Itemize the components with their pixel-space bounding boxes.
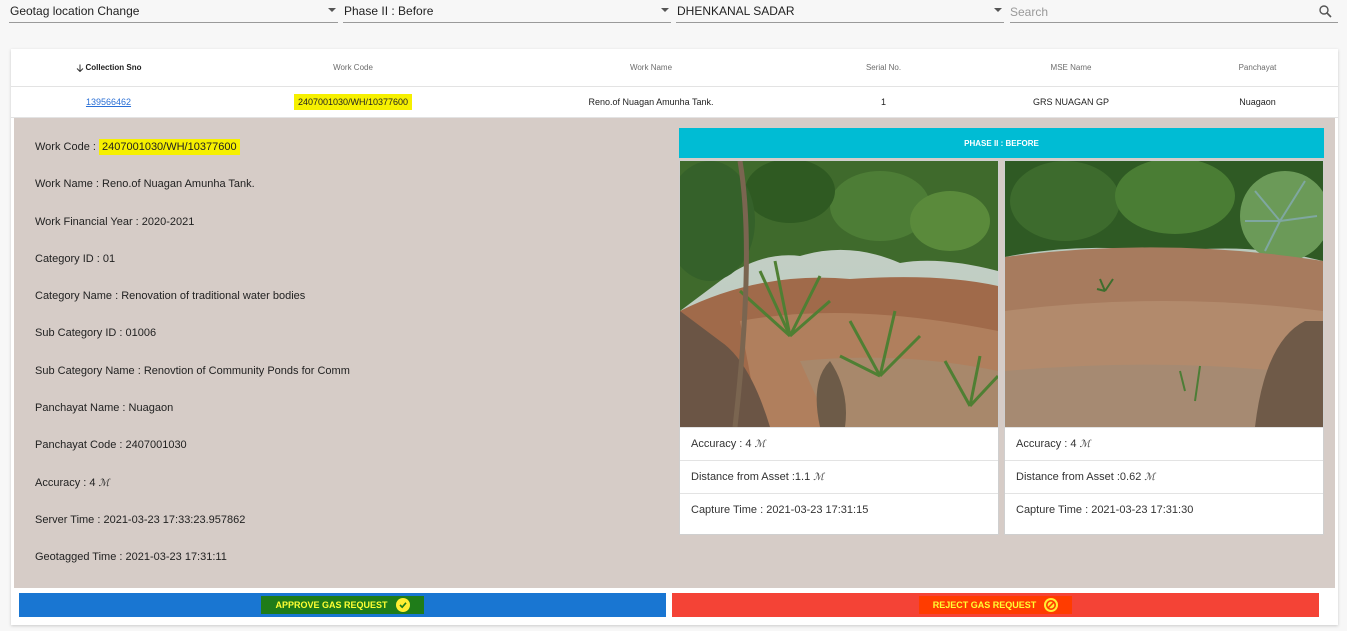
- phase-select[interactable]: Phase II : Before: [343, 3, 671, 23]
- search-icon[interactable]: [1319, 5, 1332, 23]
- photo-distance-label: Distance from Asset :1.1: [691, 471, 814, 483]
- header-panchayat[interactable]: Panchayat: [1177, 49, 1338, 86]
- detail-panel: Work Code : 2407001030/WH/10377600 Work …: [14, 118, 1335, 588]
- block-icon: [1044, 598, 1059, 612]
- photo-card: Accuracy : 4 ℳ Distance from Asset :1.1 …: [679, 160, 999, 535]
- category-id-line: Category ID : 01: [35, 252, 116, 265]
- cell-work-code: 2407001030/WH/10377600: [206, 87, 500, 117]
- meter-icon: ℳ: [98, 477, 110, 489]
- financial-year-line: Work Financial Year : 2020-2021: [35, 215, 195, 228]
- header-mse-name[interactable]: MSE Name: [965, 49, 1177, 86]
- block-select[interactable]: DHENKANAL SADAR: [676, 3, 1004, 23]
- site-photo[interactable]: [1005, 161, 1323, 427]
- site-photo[interactable]: [680, 161, 998, 427]
- header-collection-sno[interactable]: Collection Sno: [11, 49, 206, 86]
- work-code-label: Work Code :: [35, 141, 99, 153]
- meter-icon: ℳ: [1144, 472, 1156, 483]
- accuracy-label: Accuracy : 4: [35, 476, 99, 489]
- work-code-line: Work Code : 2407001030/WH/10377600: [35, 139, 655, 177]
- results-card: Collection Sno Work Code Work Name Seria…: [11, 49, 1338, 625]
- sub-category-name-line: Sub Category Name : Renovtion of Communi…: [35, 364, 350, 377]
- meter-icon: ℳ: [754, 439, 766, 450]
- photo-capture-time: Capture Time : 2021-03-23 17:31:15: [680, 493, 998, 526]
- check-circle-icon: [395, 598, 410, 612]
- action-bar: APPROVE GAS REQUEST REJECT GAS REQUEST: [11, 588, 1338, 625]
- photo-accuracy: Accuracy : 4 ℳ: [1005, 427, 1323, 460]
- chevron-down-icon: [661, 8, 669, 12]
- category-name-line: Category Name : Renovation of traditiona…: [35, 290, 306, 303]
- server-time-line: Server Time : 2021-03-23 17:33:23.957862: [35, 513, 246, 526]
- approve-label-box: APPROVE GAS REQUEST: [261, 596, 424, 614]
- cell-mse-name: GRS NUAGAN GP: [1032, 97, 1109, 107]
- reject-gas-request-button[interactable]: REJECT GAS REQUEST: [672, 593, 1319, 617]
- header-label: Collection Sno: [85, 63, 142, 72]
- photo-distance: Distance from Asset :0.62 ℳ: [1005, 460, 1323, 493]
- sort-down-arrow-icon: [76, 64, 83, 72]
- collection-sno-link[interactable]: 139566462: [86, 97, 131, 107]
- work-info: Work Code : 2407001030/WH/10377600 Work …: [35, 139, 655, 588]
- geotagged-time-line: Geotagged Time : 2021-03-23 17:31:11: [35, 551, 227, 564]
- phase-select-value: Phase II : Before: [344, 4, 434, 18]
- accuracy-line: Accuracy : 4 ℳ: [35, 476, 655, 513]
- reject-label-box: REJECT GAS REQUEST: [918, 596, 1073, 614]
- approve-gas-request-button[interactable]: APPROVE GAS REQUEST: [19, 593, 666, 617]
- cell-work-name: Reno.of Nuagan Amunha Tank.: [588, 97, 714, 107]
- panchayat-code-line: Panchayat Code : 2407001030: [35, 439, 187, 452]
- photo-accuracy: Accuracy : 4 ℳ: [680, 427, 998, 460]
- photo-distance-label: Distance from Asset :0.62: [1016, 471, 1145, 483]
- panchayat-name-line: Panchayat Name : Nuagaon: [35, 402, 174, 415]
- photo-distance: Distance from Asset :1.1 ℳ: [680, 460, 998, 493]
- sub-category-id-line: Sub Category ID : 01006: [35, 327, 157, 340]
- meter-icon: ℳ: [813, 472, 824, 483]
- meter-icon: ℳ: [1079, 439, 1091, 450]
- photo-accuracy-label: Accuracy : 4: [1016, 438, 1080, 450]
- photo-card: Accuracy : 4 ℳ Distance from Asset :0.62…: [1004, 160, 1324, 535]
- cell-collection-sno: 139566462: [11, 87, 206, 117]
- work-code-highlight: 2407001030/WH/10377600: [99, 139, 240, 155]
- photo-capture-time: Capture Time : 2021-03-23 17:31:30: [1005, 493, 1323, 526]
- work-name-line: Work Name : Reno.of Nuagan Amunha Tank.: [35, 178, 255, 191]
- filter-bar: Geotag location Change Phase II : Before…: [0, 0, 1347, 26]
- header-serial-no[interactable]: Serial No.: [802, 49, 965, 86]
- search-input[interactable]: [1010, 3, 1300, 21]
- phase-title: PHASE II : BEFORE: [679, 128, 1324, 158]
- type-select[interactable]: Geotag location Change: [9, 3, 338, 23]
- table-row[interactable]: 139566462 2407001030/WH/10377600 Reno.of…: [11, 87, 1338, 118]
- header-work-code[interactable]: Work Code: [206, 49, 500, 86]
- header-work-name[interactable]: Work Name: [500, 49, 802, 86]
- reject-label: REJECT GAS REQUEST: [932, 600, 1037, 610]
- chevron-down-icon: [994, 8, 1002, 12]
- work-code-value: 2407001030/WH/10377600: [293, 94, 413, 110]
- search-box: [1010, 3, 1338, 23]
- approve-label: APPROVE GAS REQUEST: [275, 600, 388, 610]
- photo-accuracy-label: Accuracy : 4: [691, 438, 755, 450]
- cell-panchayat: Nuagaon: [1239, 97, 1276, 107]
- type-select-value: Geotag location Change: [10, 4, 140, 18]
- block-select-value: DHENKANAL SADAR: [677, 4, 795, 18]
- cell-serial-no: 1: [880, 97, 886, 107]
- table-header: Collection Sno Work Code Work Name Seria…: [11, 49, 1338, 87]
- chevron-down-icon: [328, 8, 336, 12]
